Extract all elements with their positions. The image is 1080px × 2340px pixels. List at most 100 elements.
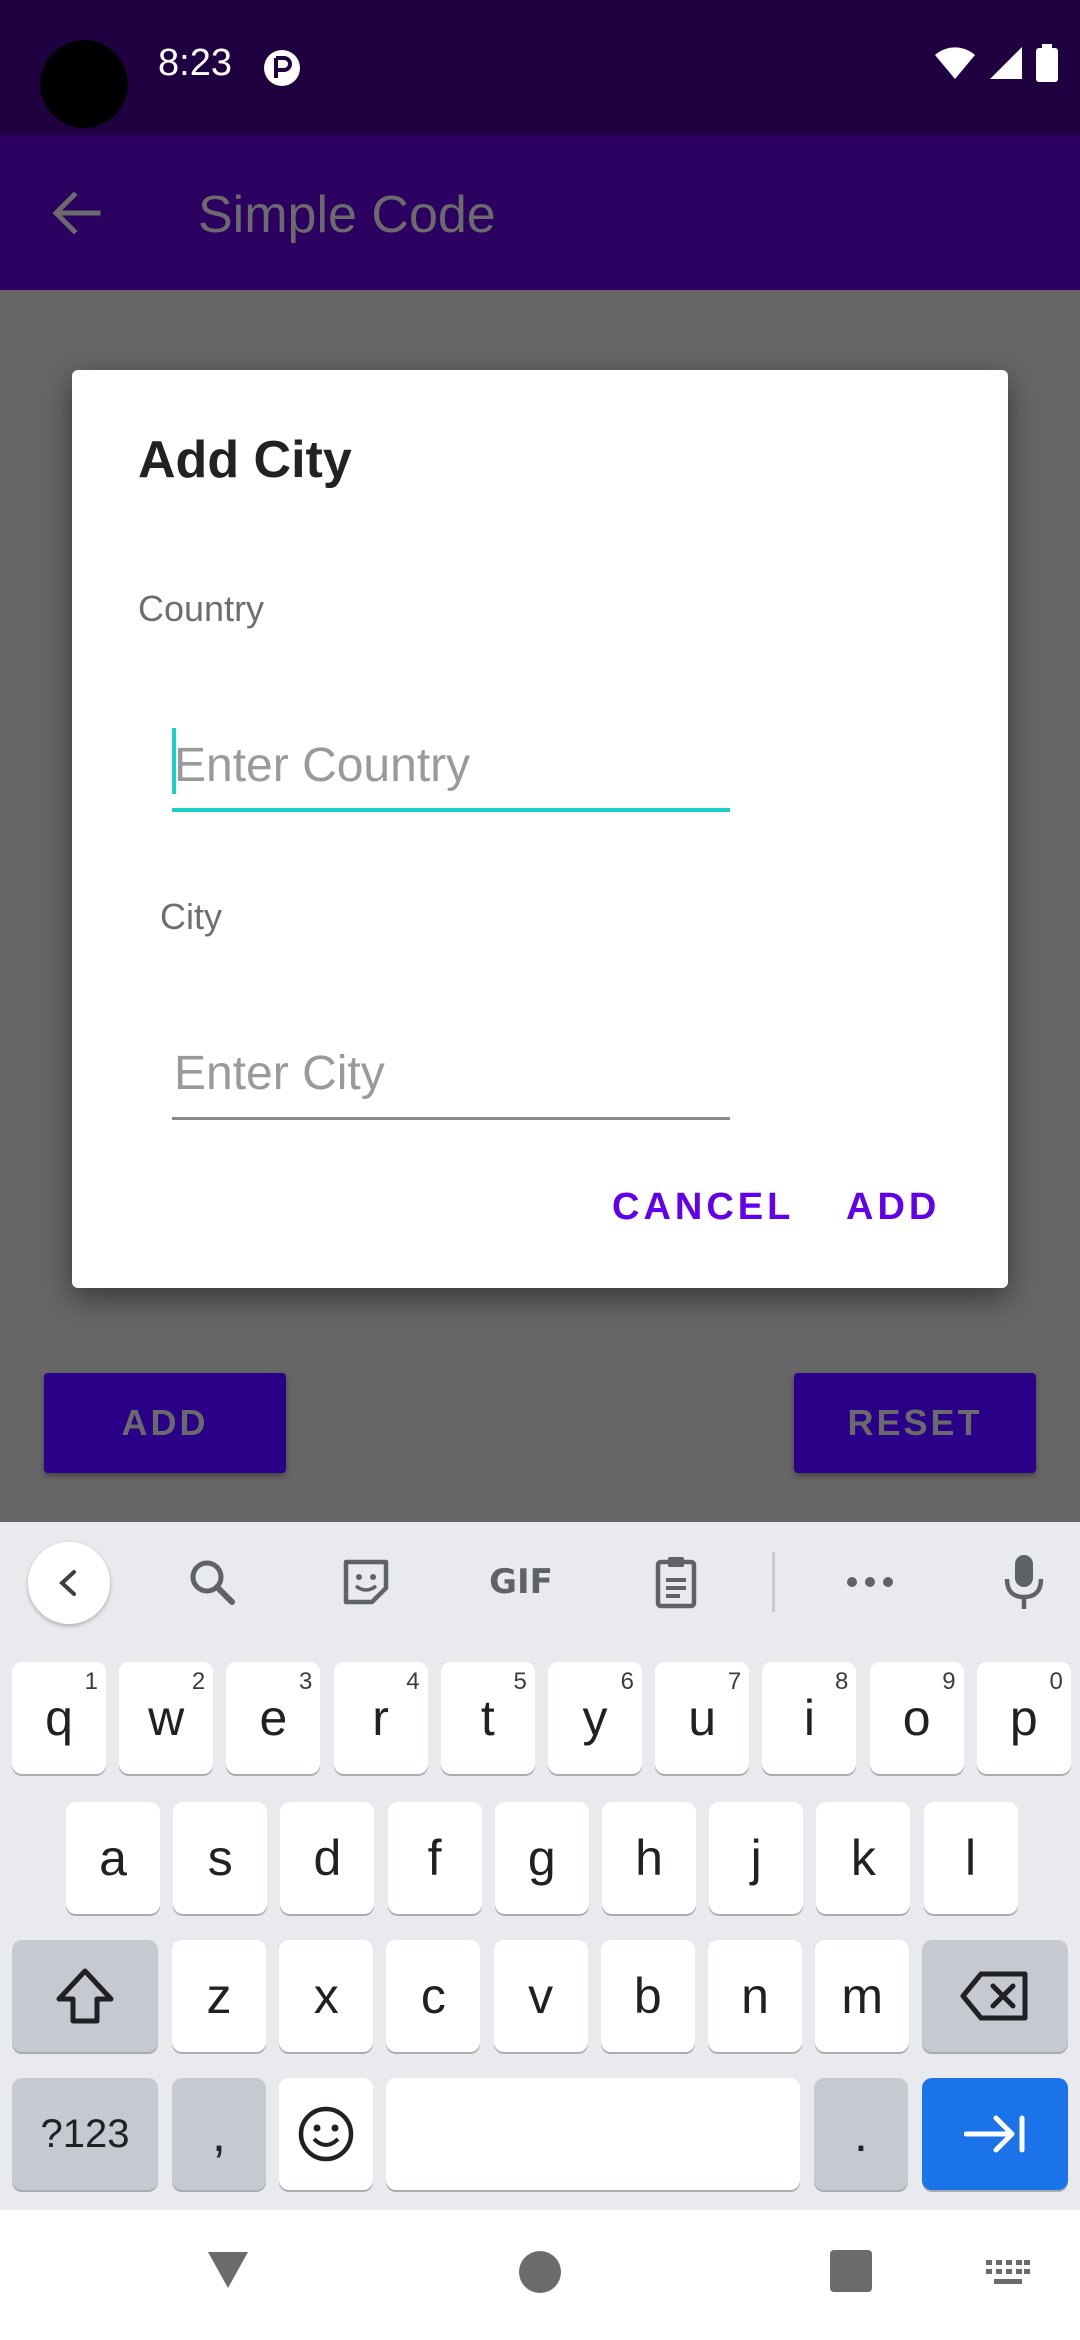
- dialog-title: Add City: [138, 431, 352, 489]
- key-d-label: d: [313, 1830, 342, 1886]
- comma-key[interactable]: ,: [172, 2078, 266, 2190]
- city-input[interactable]: [172, 1030, 730, 1120]
- nav-home-icon[interactable]: [518, 2250, 562, 2294]
- key-g-label: g: [527, 1830, 556, 1886]
- emoji-key[interactable]: [279, 2078, 373, 2190]
- tab-next-icon: [964, 2115, 1025, 2153]
- key-n[interactable]: n: [708, 1940, 802, 2052]
- key-k-label: k: [850, 1830, 876, 1886]
- key-f[interactable]: f: [387, 1802, 482, 1914]
- key-o[interactable]: o9: [869, 1662, 964, 1774]
- keyboard: GIF q1w2e3r4t5y6u7i8o9p0asdfghjklzxcvbnm…: [0, 1522, 1080, 2210]
- key-c-label: c: [420, 1968, 446, 2024]
- shift-key[interactable]: [12, 1940, 158, 2052]
- key-x[interactable]: x: [279, 1940, 374, 2052]
- key-d[interactable]: d: [280, 1802, 375, 1914]
- key-n-label: n: [741, 1968, 769, 2024]
- key-hint: 1: [84, 1668, 98, 1695]
- add-button[interactable]: ADD: [44, 1373, 286, 1473]
- chevron-left-icon: [59, 1570, 76, 1596]
- key-u[interactable]: u7: [655, 1662, 750, 1774]
- city-label: City: [160, 896, 222, 937]
- key-a[interactable]: a: [66, 1802, 160, 1914]
- status-icons: [934, 44, 1058, 82]
- key-v-label: v: [528, 1968, 554, 2024]
- key-hint: 8: [835, 1668, 849, 1695]
- emoji-icon: [298, 2106, 354, 2162]
- key-m[interactable]: m: [815, 1940, 910, 2052]
- screen: 8:23 Simple Code ADD RESET Add City Coun…: [0, 0, 1080, 2340]
- key-e[interactable]: e3: [226, 1662, 321, 1774]
- key-z[interactable]: z: [172, 1940, 266, 2052]
- key-v[interactable]: v: [493, 1940, 588, 2052]
- symbols-key[interactable]: ?123: [12, 2078, 158, 2190]
- reset-button[interactable]: RESET: [794, 1373, 1036, 1473]
- key-hint: 3: [299, 1668, 313, 1695]
- key-f-label: f: [427, 1830, 442, 1886]
- camera-cutout: [40, 40, 128, 128]
- key-i[interactable]: i8: [762, 1662, 857, 1774]
- key-r-label: r: [372, 1690, 389, 1746]
- key-s[interactable]: s: [173, 1802, 268, 1914]
- key-i-label: i: [803, 1690, 815, 1746]
- nav-recents-icon[interactable]: [830, 2250, 872, 2292]
- key-p-label: p: [1009, 1690, 1038, 1746]
- key-j-label: j: [750, 1830, 762, 1886]
- status-time: 8:23: [158, 42, 232, 84]
- key-a-label: a: [99, 1830, 127, 1886]
- key-k[interactable]: k: [816, 1802, 911, 1914]
- text-cursor: [172, 728, 176, 794]
- key-r[interactable]: r4: [333, 1662, 428, 1774]
- next-key[interactable]: [922, 2078, 1068, 2190]
- period-key[interactable]: .: [814, 2078, 908, 2190]
- key-hint: 5: [513, 1668, 527, 1695]
- period-key-label: .: [854, 2106, 868, 2162]
- key-j[interactable]: j: [709, 1802, 804, 1914]
- key-b[interactable]: b: [600, 1940, 695, 2052]
- key-c[interactable]: c: [386, 1940, 481, 2052]
- status-bar: 8:23: [0, 0, 1080, 135]
- key-t-label: t: [480, 1690, 495, 1746]
- navigation-bar: [0, 2210, 1080, 2340]
- key-e-label: e: [259, 1690, 288, 1746]
- app-title: Simple Code: [198, 186, 496, 244]
- key-hint: 0: [1049, 1668, 1063, 1695]
- key-y-label: y: [582, 1690, 608, 1746]
- keyboard-back-button[interactable]: [28, 1542, 110, 1624]
- key-x-label: x: [313, 1968, 339, 2024]
- key-h[interactable]: h: [602, 1802, 696, 1914]
- key-l[interactable]: l: [923, 1802, 1018, 1914]
- key-t[interactable]: t5: [440, 1662, 535, 1774]
- clipboard-icon[interactable]: [646, 1552, 706, 1612]
- key-hint: 9: [942, 1668, 956, 1695]
- cancel-button[interactable]: CANCEL: [612, 1186, 794, 1229]
- key-q-label: q: [45, 1690, 73, 1746]
- more-icon[interactable]: [840, 1552, 900, 1612]
- sticker-icon[interactable]: [336, 1552, 396, 1612]
- app-bar: Simple Code: [0, 135, 1080, 290]
- key-w-label: w: [148, 1690, 185, 1746]
- key-y[interactable]: y6: [548, 1662, 642, 1774]
- key-l-label: l: [965, 1830, 977, 1886]
- key-w[interactable]: w2: [119, 1662, 214, 1774]
- back-arrow-icon[interactable]: [50, 187, 102, 239]
- battery-icon: [1036, 44, 1058, 82]
- signal-icon: [990, 47, 1022, 79]
- country-input[interactable]: [172, 722, 730, 812]
- key-q[interactable]: q1: [12, 1662, 106, 1774]
- gif-icon[interactable]: GIF: [489, 1552, 553, 1612]
- key-p[interactable]: p0: [976, 1662, 1071, 1774]
- keyboard-switch-icon[interactable]: [986, 2260, 1030, 2288]
- key-z-label: z: [206, 1968, 232, 2024]
- key-hint: 2: [191, 1668, 206, 1695]
- backspace-key[interactable]: [922, 1940, 1068, 2052]
- country-label: Country: [138, 588, 265, 629]
- key-g[interactable]: g: [494, 1802, 589, 1914]
- dialog-add-button[interactable]: ADD: [846, 1186, 940, 1229]
- wifi-icon: [935, 47, 975, 79]
- key-hint: 6: [620, 1668, 634, 1695]
- microphone-icon[interactable]: [994, 1552, 1054, 1612]
- nav-back-icon[interactable]: [206, 2250, 250, 2290]
- search-icon[interactable]: [182, 1552, 242, 1612]
- space-key[interactable]: [386, 2078, 800, 2190]
